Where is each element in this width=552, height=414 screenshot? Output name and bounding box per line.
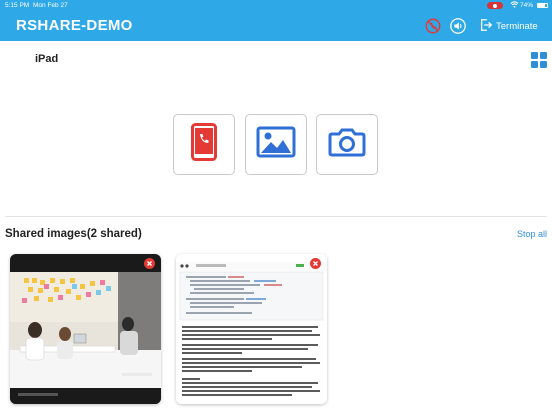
shared-image-thumb-2[interactable] (176, 254, 327, 404)
status-time: 5:15 PM (5, 2, 30, 9)
code-document-image (176, 254, 327, 404)
status-bar: 5:15 PM Mon Feb 27 74% (0, 0, 552, 11)
office-photo-image (10, 254, 161, 404)
section-divider (5, 216, 547, 217)
terminate-button[interactable]: Terminate (479, 18, 538, 35)
phone-off-icon[interactable] (424, 17, 442, 35)
app-title: RSHARE-DEMO (16, 17, 133, 34)
volume-icon[interactable] (449, 17, 467, 35)
remove-image-2-icon[interactable] (310, 258, 321, 269)
battery-icon (537, 3, 548, 8)
remove-image-1-icon[interactable] (144, 258, 155, 269)
phone-share-button[interactable] (173, 114, 235, 175)
image-share-button[interactable] (245, 114, 307, 175)
camera-button[interactable] (316, 114, 378, 175)
stop-all-button[interactable]: Stop all (517, 229, 547, 239)
shared-images-title: Shared images(2 shared) (5, 228, 142, 240)
terminate-label: Terminate (496, 21, 538, 32)
app-header: RSHARE-DEMO Terminate (0, 11, 552, 41)
exit-icon (479, 18, 493, 35)
device-name: iPad (35, 53, 59, 65)
grid-view-icon[interactable] (531, 52, 547, 68)
image-icon (256, 126, 296, 163)
phone-icon (191, 123, 217, 166)
camera-icon (328, 127, 366, 162)
status-date: Mon Feb 27 (33, 2, 68, 9)
battery-percent: 74% (520, 2, 534, 9)
shared-image-thumb-1[interactable] (10, 254, 161, 404)
recording-indicator-icon (487, 2, 503, 9)
